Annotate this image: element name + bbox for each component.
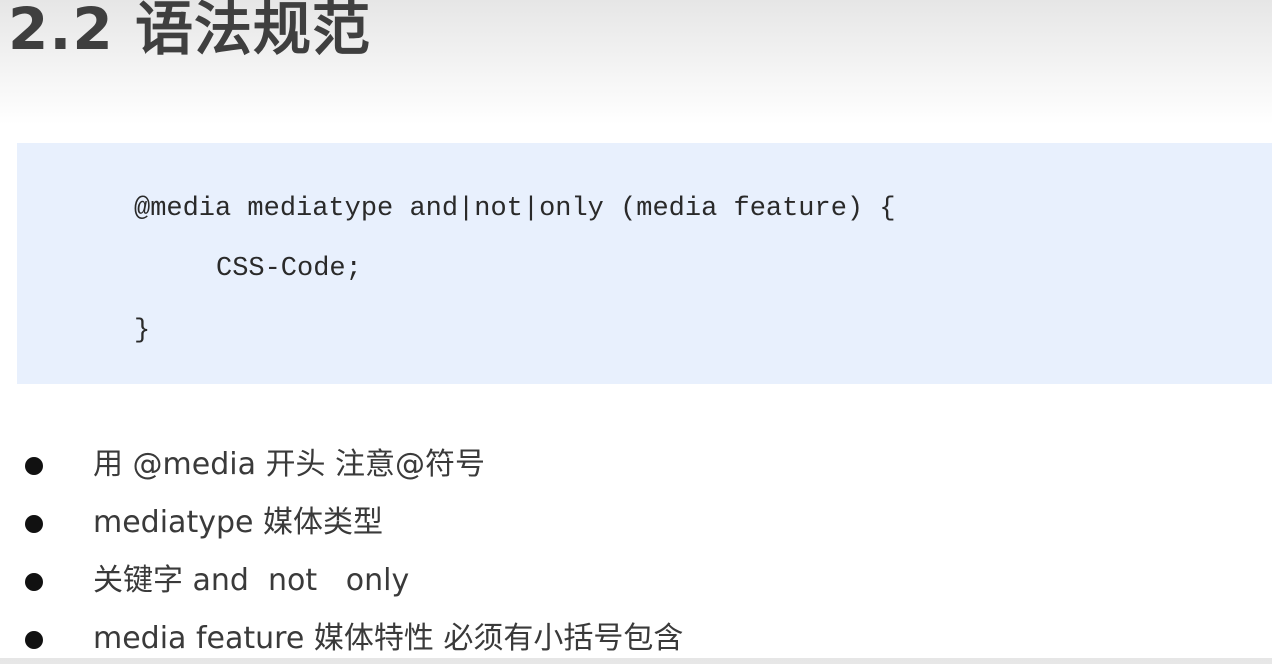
- code-block: @media mediatype and|not|only (media fea…: [17, 143, 1272, 384]
- code-line-media-rule: @media mediatype and|not|only (media fea…: [134, 194, 896, 224]
- bullet-item-media-feature: media feature 媒体特性 必须有小括号包含: [0, 614, 1000, 664]
- bullet-text: mediatype 媒体类型: [93, 505, 383, 540]
- slide-title: 2.2 语法规范: [8, 0, 371, 63]
- bullet-dot-icon: [25, 457, 43, 475]
- bullet-item-media-start: 用 @media 开头 注意@符号: [0, 440, 1000, 490]
- bullet-text: 用 @media 开头 注意@符号: [93, 447, 486, 482]
- bullet-dot-icon: [25, 631, 43, 649]
- bullet-item-mediatype: mediatype 媒体类型: [0, 498, 1000, 548]
- bullet-dot-icon: [25, 573, 43, 591]
- bullet-text: media feature 媒体特性 必须有小括号包含: [93, 621, 684, 656]
- code-line-css-code: CSS-Code;: [216, 254, 362, 284]
- bullet-item-keywords: 关键字 and not only: [0, 556, 1000, 606]
- bullet-text: 关键字 and not only: [93, 563, 410, 598]
- bullet-dot-icon: [25, 515, 43, 533]
- code-line-closing-brace: }: [134, 316, 151, 346]
